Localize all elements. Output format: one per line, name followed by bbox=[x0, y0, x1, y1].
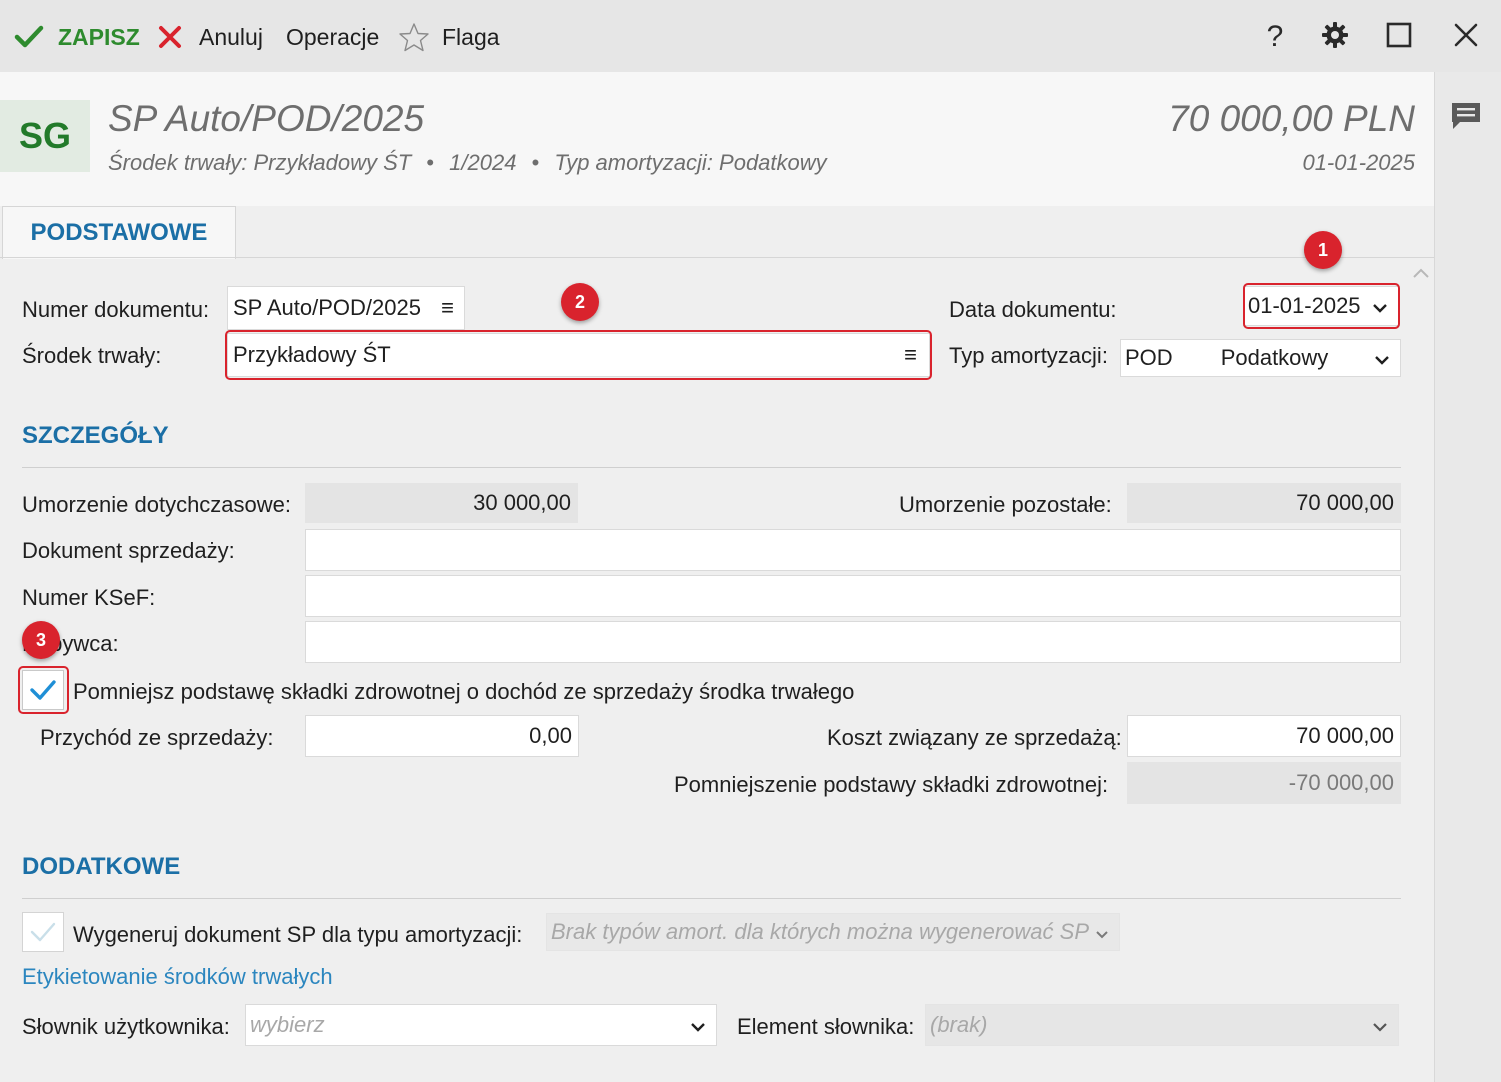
side-panel bbox=[1434, 72, 1501, 1082]
amort-type-label: Typ amortyzacji: bbox=[949, 343, 1108, 368]
amort-type-select[interactable]: POD Podatkowy bbox=[1120, 339, 1401, 377]
health-reduction-checkbox[interactable] bbox=[22, 670, 64, 710]
section-divider bbox=[22, 467, 1401, 468]
sale-cost-label: Koszt związany ze sprzedażą: bbox=[827, 725, 1122, 750]
health-reduction-label[interactable]: Pomniejsz podstawę składki zdrowotnej o … bbox=[73, 679, 854, 705]
check-icon bbox=[14, 24, 44, 50]
close-button[interactable] bbox=[1446, 18, 1486, 56]
chevron-down-icon bbox=[1372, 1012, 1388, 1038]
doc-number-field[interactable]: SP Auto/POD/2025 ≡ bbox=[227, 286, 465, 330]
section-title-details: SZCZEGÓŁY bbox=[22, 422, 169, 449]
health-base-reduction-value: -70 000,00 bbox=[1127, 762, 1401, 804]
sale-document-field[interactable] bbox=[305, 529, 1401, 571]
section-title-additional: DODATKOWE bbox=[22, 853, 181, 880]
help-button[interactable]: ? bbox=[1255, 18, 1295, 56]
generate-sp-placeholder: Brak typów amort. dla których można wyge… bbox=[551, 919, 1090, 944]
dictionary-element-select: (brak) bbox=[925, 1004, 1399, 1046]
doc-number-label: Numer dokumentu: bbox=[22, 297, 210, 322]
sale-income-label: Przychód ze sprzedaży: bbox=[40, 725, 274, 750]
operations-label: Operacje bbox=[286, 23, 380, 50]
close-icon bbox=[1454, 23, 1478, 52]
page-title: SP Auto/POD/2025 bbox=[108, 98, 425, 139]
tab-divider bbox=[0, 257, 1434, 258]
remaining-depreciation-label: Umorzenie pozostałe: bbox=[899, 492, 1112, 517]
document-badge: SG bbox=[0, 100, 90, 172]
accum-depreciation-value: 30 000,00 bbox=[305, 483, 578, 523]
save-button[interactable]: ZAPISZ bbox=[14, 20, 140, 54]
header-amount: 70 000,00 PLN bbox=[1168, 98, 1415, 139]
user-dictionary-placeholder: wybierz bbox=[250, 1012, 325, 1037]
doc-date-label: Data dokumentu: bbox=[949, 297, 1117, 322]
check-icon bbox=[30, 922, 56, 942]
flag-button[interactable]: Flaga bbox=[398, 20, 500, 54]
menu-icon[interactable]: ≡ bbox=[904, 342, 917, 368]
check-icon bbox=[30, 680, 56, 700]
chevron-down-icon[interactable] bbox=[1374, 345, 1390, 371]
amort-type-name: Podatkowy bbox=[1220, 345, 1329, 370]
user-dictionary-select[interactable]: wybierz bbox=[245, 1004, 717, 1046]
ksef-number-field[interactable] bbox=[305, 575, 1401, 617]
asset-field[interactable]: Przykładowy ŚT ≡ bbox=[227, 333, 930, 377]
header-date: 01-01-2025 bbox=[1302, 150, 1415, 175]
sale-cost-field[interactable]: 70 000,00 bbox=[1127, 715, 1401, 757]
subtitle-period: 1/2024 bbox=[449, 150, 517, 175]
gear-icon bbox=[1321, 21, 1349, 54]
subtitle-amort-type: Typ amortyzacji: Podatkowy bbox=[554, 150, 827, 175]
menu-icon[interactable]: ≡ bbox=[441, 295, 454, 321]
annotation-marker-3: 3 bbox=[22, 621, 60, 659]
doc-number-value: SP Auto/POD/2025 bbox=[233, 295, 421, 320]
settings-button[interactable] bbox=[1315, 18, 1355, 56]
health-base-reduction-label: Pomniejszenie podstawy składki zdrowotne… bbox=[674, 772, 1109, 797]
chevron-up-icon[interactable] bbox=[1412, 266, 1430, 284]
amort-type-code: POD bbox=[1125, 345, 1173, 370]
x-icon bbox=[158, 25, 182, 49]
flag-label: Flaga bbox=[442, 23, 500, 50]
maximize-icon bbox=[1386, 22, 1412, 53]
doc-date-field[interactable]: 01-01-2025 bbox=[1243, 286, 1399, 326]
accum-depreciation-label: Umorzenie dotychczasowe: bbox=[22, 492, 292, 517]
annotation-marker-1: 1 bbox=[1304, 231, 1342, 269]
generate-sp-select: Brak typów amort. dla których można wyge… bbox=[546, 913, 1120, 951]
annotation-marker-2: 2 bbox=[561, 283, 599, 321]
dictionary-element-placeholder: (brak) bbox=[930, 1012, 988, 1037]
cancel-button[interactable]: Anuluj bbox=[158, 20, 263, 54]
comment-icon[interactable] bbox=[1449, 100, 1483, 137]
dictionary-element-label: Element słownika: bbox=[737, 1014, 915, 1039]
user-dictionary-label: Słownik użytkownika: bbox=[22, 1014, 230, 1039]
save-label: ZAPISZ bbox=[58, 23, 140, 50]
chevron-down-icon[interactable] bbox=[1372, 293, 1388, 319]
header-subtitle: Środek trwały: Przykładowy ŚT • 1/2024 •… bbox=[108, 150, 827, 176]
subtitle-separator: • bbox=[531, 150, 540, 175]
asset-label: Środek trwały: bbox=[22, 343, 162, 368]
sale-document-label: Dokument sprzedaży: bbox=[22, 538, 235, 563]
chevron-down-icon[interactable] bbox=[690, 1012, 706, 1038]
asset-labeling-link[interactable]: Etykietowanie środków trwałych bbox=[22, 964, 333, 990]
buyer-field[interactable] bbox=[305, 621, 1401, 663]
asset-value: Przykładowy ŚT bbox=[233, 342, 391, 367]
ksef-number-label: Numer KSeF: bbox=[22, 585, 156, 610]
subtitle-separator: • bbox=[426, 150, 435, 175]
cancel-label: Anuluj bbox=[199, 23, 263, 50]
generate-sp-checkbox[interactable] bbox=[22, 912, 64, 952]
section-divider bbox=[22, 898, 1401, 899]
help-icon: ? bbox=[1266, 20, 1284, 53]
star-icon bbox=[398, 22, 430, 52]
toolbar: ZAPISZ Anuluj Operacje Flaga ? bbox=[0, 0, 1501, 73]
chevron-down-icon bbox=[1095, 919, 1109, 945]
generate-sp-label[interactable]: Wygeneruj dokument SP dla typu amortyzac… bbox=[73, 922, 522, 948]
sale-income-field[interactable]: 0,00 bbox=[305, 715, 579, 757]
doc-date-value: 01-01-2025 bbox=[1248, 293, 1361, 318]
operations-menu[interactable]: Operacje bbox=[286, 20, 379, 54]
remaining-depreciation-value: 70 000,00 bbox=[1127, 483, 1401, 523]
maximize-button[interactable] bbox=[1379, 18, 1419, 56]
tab-podstawowe[interactable]: PODSTAWOWE bbox=[2, 206, 236, 259]
subtitle-asset: Środek trwały: Przykładowy ŚT bbox=[108, 150, 412, 175]
